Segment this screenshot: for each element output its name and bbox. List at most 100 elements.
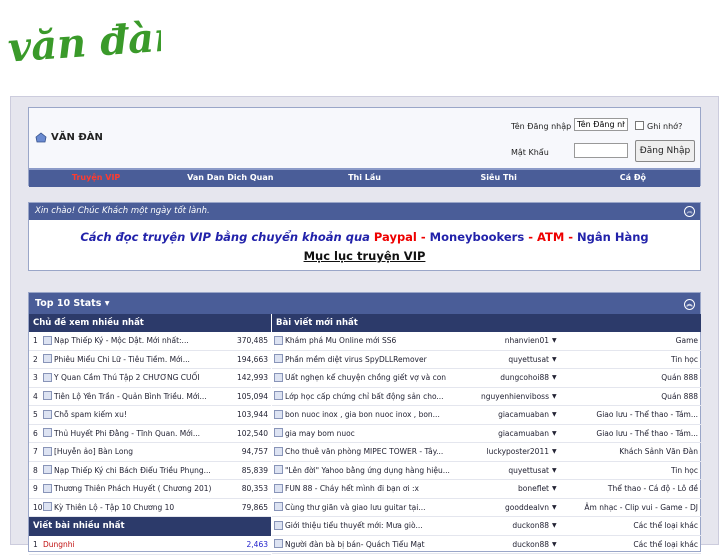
post-title[interactable]: Cùng thư giãn và giao lưu guitar tại... <box>285 503 425 512</box>
forum-link[interactable]: Âm nhạc - Clip vui - Game - DJ <box>584 499 698 517</box>
post-link[interactable]: bon nuoc inox , gia bon nuoc inox , bon.… <box>274 406 440 424</box>
author-menu-icon[interactable]: ▼ <box>552 536 557 554</box>
post-title[interactable]: Người đàn bà bị bán- Quách Tiểu Mạt <box>285 540 425 549</box>
thread-title[interactable]: Thủ Huyết Phi Đằng - Tĩnh Quan. Mới... <box>54 429 200 438</box>
remember-checkbox[interactable] <box>635 121 644 130</box>
most-viewed-row[interactable]: 4 Tiên Lộ Yên Trần - Quản Bình Triều. Mới… <box>29 388 271 406</box>
nav-truyen-vip[interactable]: Truyện VIP <box>29 170 163 187</box>
forum-link[interactable]: Thể thao - Cá độ - Lô đề <box>608 480 698 498</box>
thread-link[interactable]: Chỗ spam kiếm xu! <box>43 406 127 424</box>
thread-title[interactable]: Tiên Lộ Yên Trần - Quản Bình Triều. Mới.… <box>54 392 207 401</box>
nav-thi-lau[interactable]: Thi Lầu <box>297 170 431 187</box>
thread-title[interactable]: [Huyễn ảo] Bàn Long <box>54 447 133 456</box>
post-title[interactable]: FUN 88 - Cháy hết mình đi bạn ơi :x <box>285 484 419 493</box>
latest-post-row[interactable]: Cho thuê văn phòng MIPEC TOWER - Tây... l… <box>272 443 701 462</box>
latest-post-row[interactable]: Cùng thư giãn và giao lưu guitar tại... g… <box>272 499 701 517</box>
thread-link[interactable]: Y Quan Cầm Thú Tập 2 CHƯƠNG CUỐI <box>43 369 200 387</box>
forum-link[interactable]: Khách Sảnh Văn Đàn <box>619 443 698 461</box>
post-author[interactable]: giacamuaban <box>454 425 549 443</box>
post-link[interactable]: Khám phá Mu Online mới SS6 <box>274 332 396 350</box>
post-link[interactable]: Phần mềm diệt virus SpyDLLRemover <box>274 351 427 369</box>
author-menu-icon[interactable]: ▼ <box>552 425 557 443</box>
thread-title[interactable]: Chỗ spam kiếm xu! <box>54 410 127 419</box>
thread-link[interactable]: [Huyễn ảo] Bàn Long <box>43 443 133 461</box>
post-author[interactable]: boneflet <box>454 480 549 498</box>
site-logo[interactable]: văn đàn <box>5 5 161 97</box>
author-menu-icon[interactable]: ▼ <box>552 499 557 517</box>
post-link[interactable]: Cùng thư giãn và giao lưu guitar tại... <box>274 499 425 517</box>
most-viewed-row[interactable]: 8 Nạp Thiếp Ký chi Bách Điểu Triều Phụng.… <box>29 462 271 480</box>
forum-link[interactable]: Các thể loại khác <box>633 536 698 554</box>
most-viewed-row[interactable]: 3 Y Quan Cầm Thú Tập 2 CHƯƠNG CUỐI 142,993 <box>29 369 271 388</box>
most-viewed-row[interactable]: 1 Nạp Thiếp Ký - Mộc Dật. Mới nhất:... 370… <box>29 332 271 351</box>
thread-title[interactable]: Y Quan Cầm Thú Tập 2 CHƯƠNG CUỐI <box>54 373 200 382</box>
login-button[interactable]: Đăng Nhập <box>635 140 695 162</box>
forum-link[interactable]: Các thể loại khác <box>633 517 698 535</box>
author-menu-icon[interactable]: ▼ <box>552 332 557 350</box>
latest-post-row[interactable]: Khám phá Mu Online mới SS6 nhanvien01 ▼ Gam… <box>272 332 701 351</box>
post-author[interactable]: duckon88 <box>454 536 549 554</box>
forum-link[interactable]: Quán 888 <box>661 388 698 406</box>
most-viewed-row[interactable]: 2 Phiêu Miểu Chi Lữ - Tiêu Tiềm. Mới... 19… <box>29 351 271 369</box>
nav-ca-do[interactable]: Cá Độ <box>566 170 700 187</box>
thread-title[interactable]: Kỳ Thiên Lộ - Tập 10 Chương 10 <box>54 503 174 512</box>
paypal-link[interactable]: Paypal <box>374 230 417 244</box>
forum-link[interactable]: Giao lưu - Thể thao - Tám... <box>596 425 698 443</box>
most-viewed-row[interactable]: 6 Thủ Huyết Phi Đằng - Tĩnh Quan. Mới... 1… <box>29 425 271 443</box>
collapse-icon[interactable]: ︽ <box>684 299 695 310</box>
post-title[interactable]: "Lên đời" Yahoo bằng ứng dụng hàng hiệu.… <box>285 466 450 475</box>
post-author[interactable]: nguyenhienviboss <box>454 388 549 406</box>
most-viewed-row[interactable]: 9 Thương Thiên Phách Huyết ( Chương 201) 8… <box>29 480 271 499</box>
post-link[interactable]: Cho thuê văn phòng MIPEC TOWER - Tây... <box>274 443 443 461</box>
thread-link[interactable]: Phiêu Miểu Chi Lữ - Tiêu Tiềm. Mới... <box>43 351 190 369</box>
most-posts-row[interactable]: 1 Dungnhi 2,463 <box>29 536 271 555</box>
post-title[interactable]: Khám phá Mu Online mới SS6 <box>285 336 396 345</box>
post-title[interactable]: Cho thuê văn phòng MIPEC TOWER - Tây... <box>285 447 443 456</box>
latest-post-row[interactable]: "Lên đời" Yahoo bằng ứng dụng hàng hiệu.… <box>272 462 701 480</box>
author-menu-icon[interactable]: ▼ <box>552 443 557 461</box>
latest-post-row[interactable]: Giới thiệu tiểu thuyết mới: Mưa giò... du… <box>272 517 701 536</box>
thread-title[interactable]: Nạp Thiếp Ký chi Bách Điểu Triều Phụng..… <box>54 466 211 475</box>
post-title[interactable]: Giới thiệu tiểu thuyết mới: Mưa giò... <box>285 521 423 530</box>
dropdown-arrow-icon[interactable]: ▾ <box>105 298 110 309</box>
author-menu-icon[interactable]: ▼ <box>552 406 557 424</box>
post-link[interactable]: Người đàn bà bị bán- Quách Tiểu Mạt <box>274 536 425 554</box>
username-input[interactable] <box>574 118 628 131</box>
author-menu-icon[interactable]: ▼ <box>552 351 557 369</box>
post-author[interactable]: quyettusat <box>454 462 549 480</box>
author-menu-icon[interactable]: ▼ <box>552 388 557 406</box>
author-menu-icon[interactable]: ▼ <box>552 480 557 498</box>
author-menu-icon[interactable]: ▼ <box>552 369 557 387</box>
latest-post-row[interactable]: Phần mềm diệt virus SpyDLLRemover quyettu… <box>272 351 701 369</box>
latest-post-row[interactable]: bon nuoc inox , gia bon nuoc inox , bon.… <box>272 406 701 425</box>
atm-link[interactable]: ATM <box>537 230 564 244</box>
latest-post-row[interactable]: Uất nghẹn kể chuyện chồng giết vợ và con… <box>272 369 701 388</box>
latest-post-row[interactable]: Lớp học cấp chứng chỉ bất động sản cho..… <box>272 388 701 406</box>
post-author[interactable]: duckon88 <box>454 517 549 535</box>
post-author[interactable]: giacamuaban <box>454 406 549 424</box>
post-link[interactable]: Uất nghẹn kể chuyện chồng giết vợ và con <box>274 369 446 387</box>
post-title[interactable]: gia may bom nuoc <box>285 429 355 438</box>
forum-link[interactable]: Giao lưu - Thể thao - Tám... <box>596 406 698 424</box>
site-title[interactable]: VĂN ĐÀN <box>35 131 103 143</box>
thread-link[interactable]: Thủ Huyết Phi Đằng - Tĩnh Quan. Mới... <box>43 425 200 443</box>
thread-link[interactable]: Nạp Thiếp Ký - Mộc Dật. Mới nhất:... <box>43 332 189 350</box>
forum-link[interactable]: Game <box>676 332 698 350</box>
vip-index-link[interactable]: Mục lục truyện VIP <box>29 249 700 263</box>
post-author[interactable]: nhanvien01 <box>454 332 549 350</box>
post-author[interactable]: quyettusat <box>454 351 549 369</box>
thread-title[interactable]: Nạp Thiếp Ký - Mộc Dật. Mới nhất:... <box>54 336 189 345</box>
post-link[interactable]: gia may bom nuoc <box>274 425 355 443</box>
author-menu-icon[interactable]: ▼ <box>552 462 557 480</box>
latest-post-row[interactable]: FUN 88 - Cháy hết mình đi bạn ơi :x bonef… <box>272 480 701 499</box>
collapse-icon[interactable]: ︽ <box>684 206 695 217</box>
post-link[interactable]: Lớp học cấp chứng chỉ bất động sản cho..… <box>274 388 444 406</box>
most-viewed-row[interactable]: 10 Kỳ Thiên Lộ - Tập 10 Chương 10 79,865 <box>29 499 271 517</box>
post-title[interactable]: bon nuoc inox , gia bon nuoc inox , bon.… <box>285 410 440 419</box>
forum-link[interactable]: Tin học <box>671 351 698 369</box>
post-author[interactable]: luckyposter2011 <box>454 443 549 461</box>
stats-bar[interactable]: Top 10 Stats ▾ ︽ <box>29 293 700 314</box>
nav-sieu-thi[interactable]: Siêu Thi <box>432 170 566 187</box>
thread-link[interactable]: Nạp Thiếp Ký chi Bách Điểu Triều Phụng..… <box>43 462 211 480</box>
moneybookers-link[interactable]: Moneybookers <box>430 230 525 244</box>
